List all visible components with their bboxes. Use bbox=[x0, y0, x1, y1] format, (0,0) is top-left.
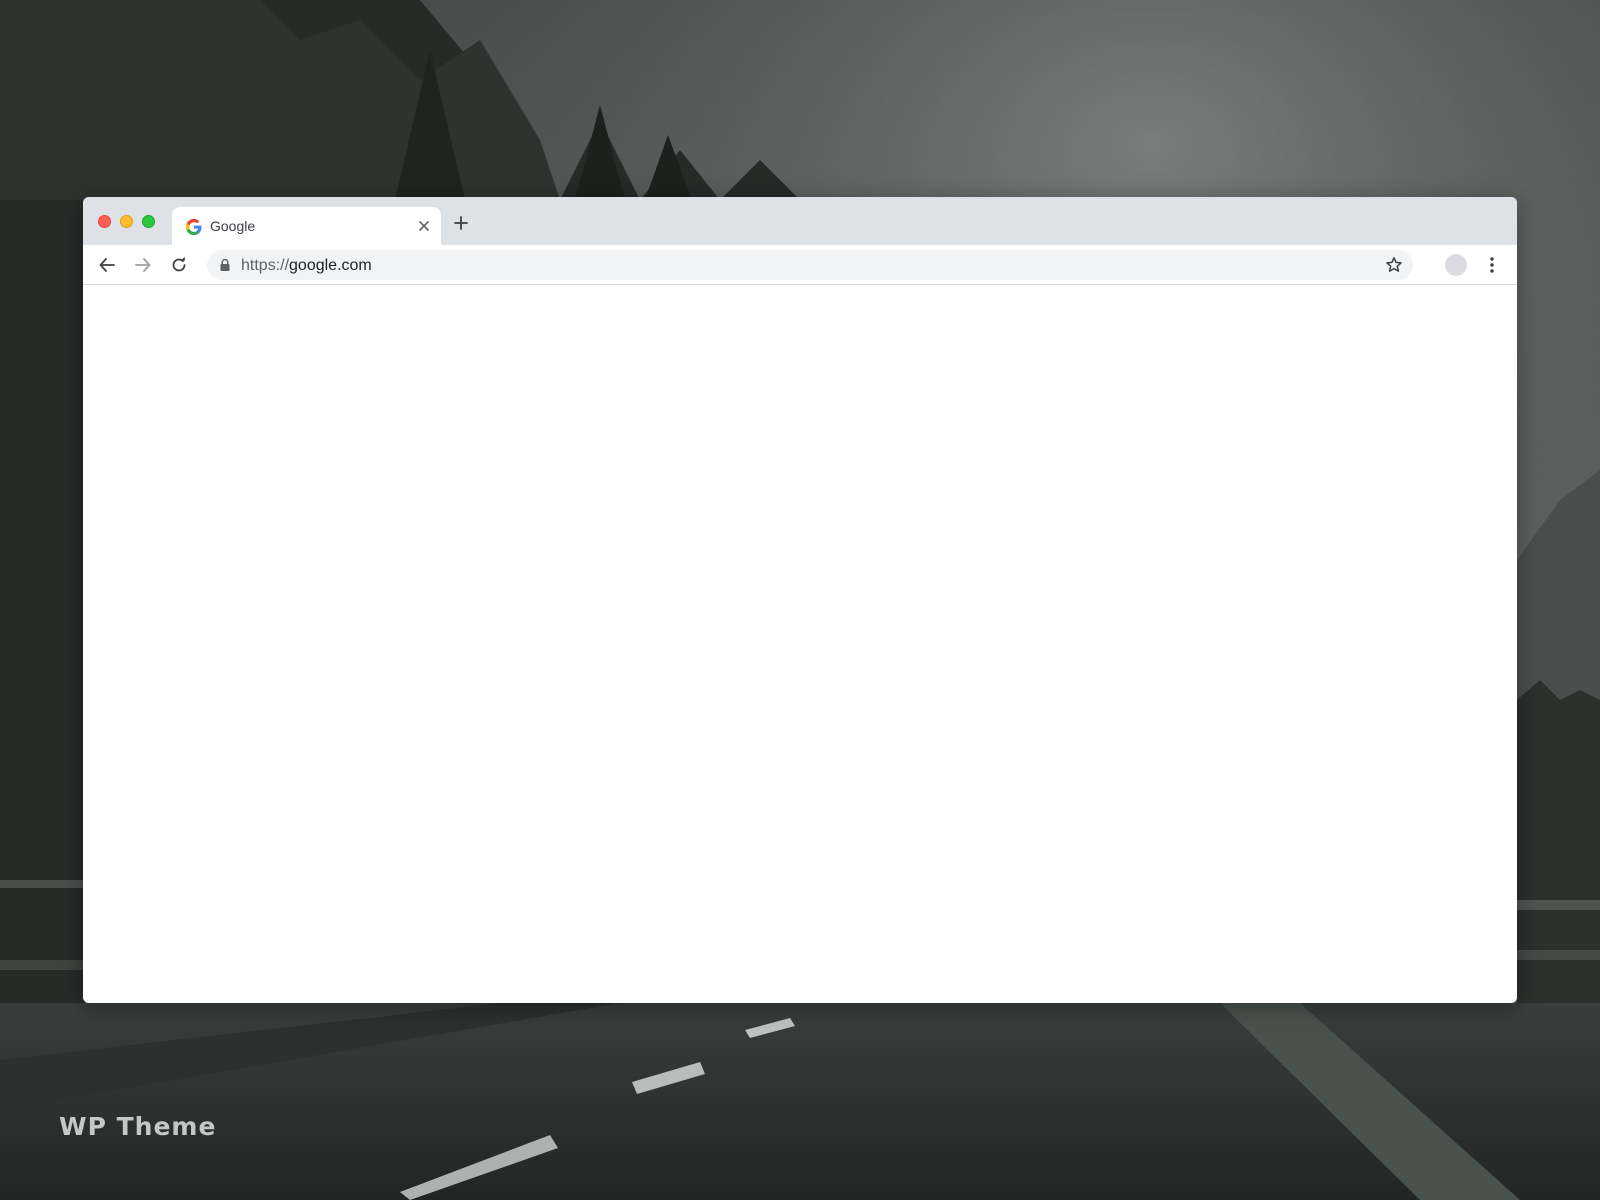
star-icon[interactable] bbox=[1385, 256, 1403, 274]
window-maximize-button[interactable] bbox=[142, 215, 155, 228]
google-g-icon bbox=[185, 218, 202, 236]
page-viewport[interactable] bbox=[83, 285, 1517, 1003]
avatar[interactable] bbox=[1445, 254, 1467, 276]
tab-google[interactable]: Google bbox=[172, 207, 441, 245]
watermark-text: WP Theme bbox=[59, 1112, 217, 1141]
tab-title: Google bbox=[210, 218, 256, 234]
close-icon[interactable] bbox=[417, 219, 431, 233]
kebab-menu-icon[interactable] bbox=[1481, 254, 1503, 276]
arrow-left-icon[interactable] bbox=[96, 254, 118, 276]
browser-window: Google https://google.com bbox=[83, 197, 1517, 1003]
window-close-button[interactable] bbox=[98, 215, 111, 228]
url-scheme: https:// bbox=[241, 257, 290, 274]
lock-icon[interactable] bbox=[219, 258, 231, 272]
browser-toolbar: https://google.com bbox=[83, 245, 1517, 285]
url-host: google.com bbox=[289, 257, 372, 274]
url-text[interactable]: https://google.com bbox=[241, 257, 372, 275]
window-minimize-button[interactable] bbox=[120, 215, 133, 228]
tab-strip: Google bbox=[83, 197, 1517, 245]
address-bar[interactable]: https://google.com bbox=[207, 250, 1413, 280]
plus-icon[interactable] bbox=[451, 213, 471, 233]
arrow-right-icon[interactable] bbox=[132, 254, 154, 276]
reload-icon[interactable] bbox=[168, 254, 190, 276]
